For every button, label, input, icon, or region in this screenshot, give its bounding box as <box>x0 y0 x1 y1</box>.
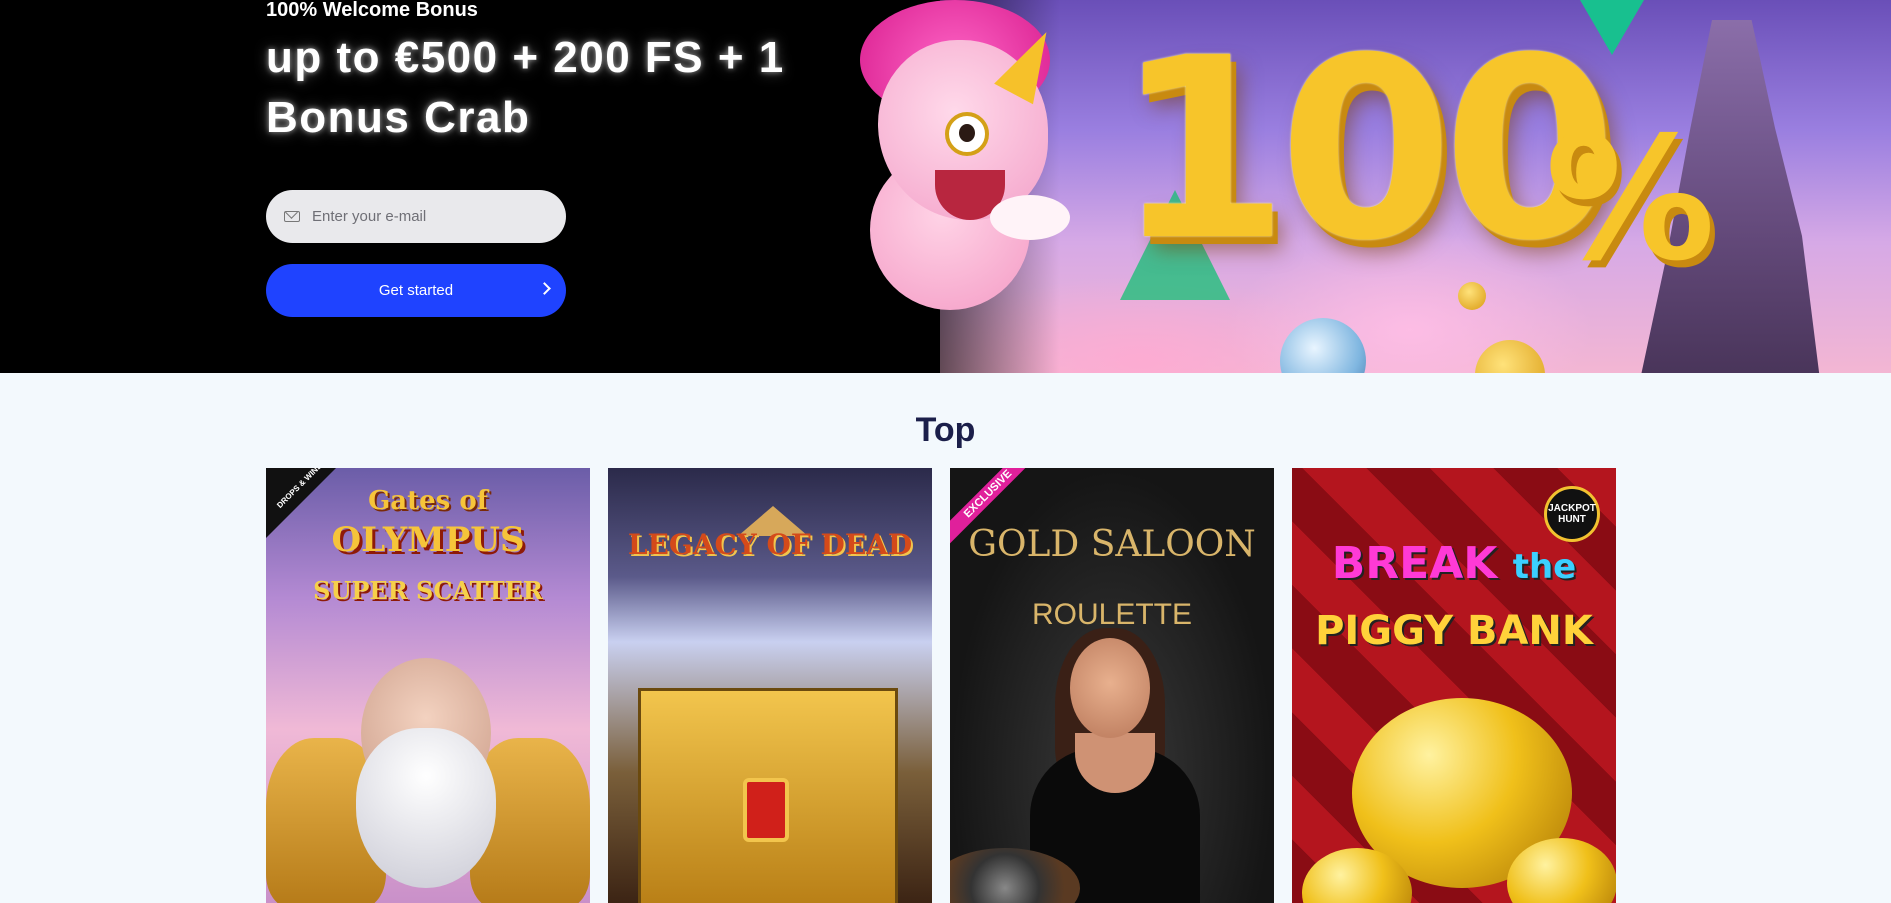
dealer-head <box>1070 638 1150 738</box>
promo-title: up to €500 + 200 FS + 1 Bonus Crab <box>266 33 785 142</box>
zeus-beard <box>356 728 496 888</box>
game-card-gold-saloon-roulette[interactable]: GOLD SALOON ROULETTE EXCLUSIVE <box>950 468 1274 903</box>
ruby-icon <box>743 778 789 842</box>
section-title-top: Top <box>915 411 976 449</box>
game-title: GOLD SALOON <box>968 524 1256 565</box>
mail-icon <box>284 211 300 222</box>
email-input[interactable] <box>310 207 544 226</box>
top-games-grid: Gates of OLYMPUS SUPER SCATTER DROPS & W… <box>266 468 1616 903</box>
game-card-break-the-piggy-bank[interactable]: BREAK the PIGGY BANK JACKPOT HUNT <box>1292 468 1616 903</box>
game-subtitle: PIGGY BANK <box>1315 608 1593 654</box>
game-card-legacy-of-dead[interactable]: LEGACY OF DEAD <box>608 468 932 903</box>
hero-banner: 100 % 100% Welcome Bonus up to €500 + 20… <box>0 0 1891 373</box>
unicorn-eye <box>945 112 989 156</box>
hero-100-graphic: 100 <box>1115 4 1617 295</box>
game-title: LEGACY OF DEAD <box>627 528 913 561</box>
chevron-right-icon <box>538 282 551 295</box>
unicorn-wing <box>990 195 1070 240</box>
jackpot-hunt-badge: JACKPOT HUNT <box>1544 486 1600 542</box>
game-card-gates-of-olympus[interactable]: Gates of OLYMPUS SUPER SCATTER DROPS & W… <box>266 468 590 903</box>
game-title: BREAK the <box>1292 538 1616 589</box>
game-subtitle: SUPER SCATTER <box>313 576 543 605</box>
hero-percent-graphic: % <box>1545 101 1716 299</box>
game-title-word: the <box>1512 547 1577 587</box>
email-field[interactable] <box>266 190 566 243</box>
game-subtitle: ROULETTE <box>1031 598 1193 631</box>
promo-subtitle: 100% Welcome Bonus <box>266 0 478 21</box>
get-started-label: Get started <box>378 282 454 299</box>
get-started-button[interactable]: Get started <box>266 264 566 317</box>
game-title-word: BREAK <box>1331 538 1498 589</box>
